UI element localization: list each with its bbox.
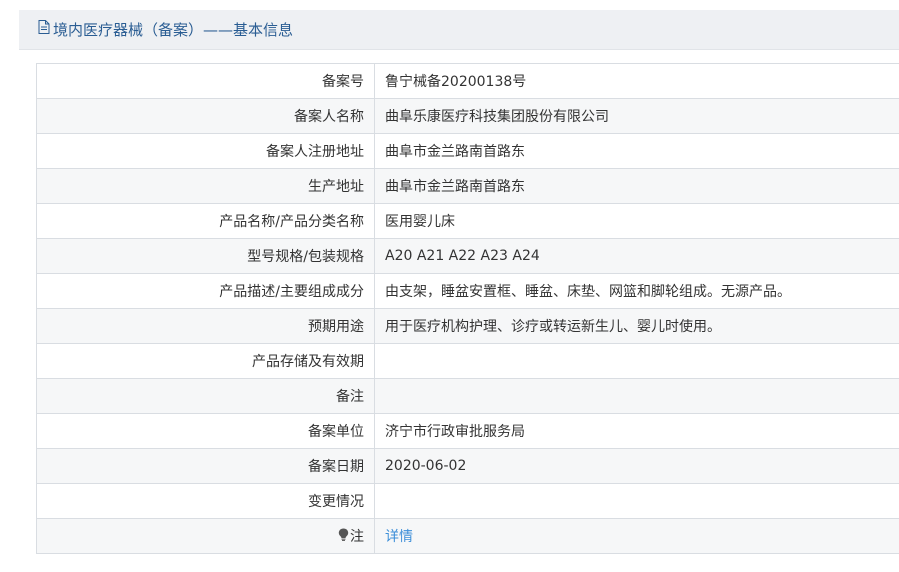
section-title: 境内医疗器械（备案）——基本信息 [38, 10, 293, 50]
table-row: 备案人注册地址 曲阜市金兰路南首路东 [36, 133, 899, 169]
row-label: 备注 [36, 378, 375, 414]
page: 境内医疗器械（备案）——基本信息 备案号 鲁宁械备20200138号 备案人名称… [0, 0, 899, 572]
row-label: 备案日期 [36, 448, 375, 484]
section-title-text: 境内医疗器械（备案）——基本信息 [53, 21, 294, 39]
table-row: 预期用途 用于医疗机构护理、诊疗或转运新生儿、婴儿时使用。 [36, 308, 899, 344]
row-value-note: 详情 [374, 518, 899, 554]
table-row: 产品描述/主要组成成分 由支架，睡盆安置框、睡盆、床垫、网篮和脚轮组成。无源产品… [36, 273, 899, 309]
row-label: 产品名称/产品分类名称 [36, 203, 375, 239]
table-row: 注 详情 [36, 518, 899, 554]
row-value: 曲阜市金兰路南首路东 [374, 133, 899, 169]
row-label: 备案单位 [36, 413, 375, 449]
section-header: 境内医疗器械（备案）——基本信息 [19, 10, 899, 50]
row-label: 产品存储及有效期 [36, 343, 375, 379]
row-value [374, 343, 899, 379]
table-row: 产品名称/产品分类名称 医用婴儿床 [36, 203, 899, 239]
row-value: 济宁市行政审批服务局 [374, 413, 899, 449]
row-value: 曲阜市金兰路南首路东 [374, 168, 899, 204]
document-icon [38, 9, 50, 49]
details-link[interactable]: 详情 [385, 529, 413, 545]
table-row: 生产地址 曲阜市金兰路南首路东 [36, 168, 899, 204]
content-panel: 备案号 鲁宁械备20200138号 备案人名称 曲阜乐康医疗科技集团股份有限公司… [19, 50, 899, 572]
row-label: 备案号 [36, 63, 375, 99]
lightbulb-icon [338, 528, 349, 545]
row-value: 鲁宁械备20200138号 [374, 63, 899, 99]
row-value: 曲阜乐康医疗科技集团股份有限公司 [374, 98, 899, 134]
table-row: 备案人名称 曲阜乐康医疗科技集团股份有限公司 [36, 98, 899, 134]
row-label: 备案人名称 [36, 98, 375, 134]
row-label-note: 注 [36, 518, 375, 554]
row-label: 预期用途 [36, 308, 375, 344]
row-label: 产品描述/主要组成成分 [36, 273, 375, 309]
table-row: 型号规格/包装规格 A20 A21 A22 A23 A24 [36, 238, 899, 274]
row-label: 生产地址 [36, 168, 375, 204]
row-value: 用于医疗机构护理、诊疗或转运新生儿、婴儿时使用。 [374, 308, 899, 344]
table-row: 备案日期 2020-06-02 [36, 448, 899, 484]
table-row: 产品存储及有效期 [36, 343, 899, 379]
row-value [374, 378, 899, 414]
row-label: 变更情况 [36, 483, 375, 519]
table-row: 变更情况 [36, 483, 899, 519]
row-label: 备案人注册地址 [36, 133, 375, 169]
row-value [374, 483, 899, 519]
row-value: 由支架，睡盆安置框、睡盆、床垫、网篮和脚轮组成。无源产品。 [374, 273, 899, 309]
table-row: 备案单位 济宁市行政审批服务局 [36, 413, 899, 449]
table-row: 备注 [36, 378, 899, 414]
info-table: 备案号 鲁宁械备20200138号 备案人名称 曲阜乐康医疗科技集团股份有限公司… [36, 63, 899, 554]
note-label: 注 [350, 529, 364, 545]
row-value: 医用婴儿床 [374, 203, 899, 239]
row-value: A20 A21 A22 A23 A24 [374, 238, 899, 274]
row-value: 2020-06-02 [374, 448, 899, 484]
row-label: 型号规格/包装规格 [36, 238, 375, 274]
table-row: 备案号 鲁宁械备20200138号 [36, 63, 899, 99]
